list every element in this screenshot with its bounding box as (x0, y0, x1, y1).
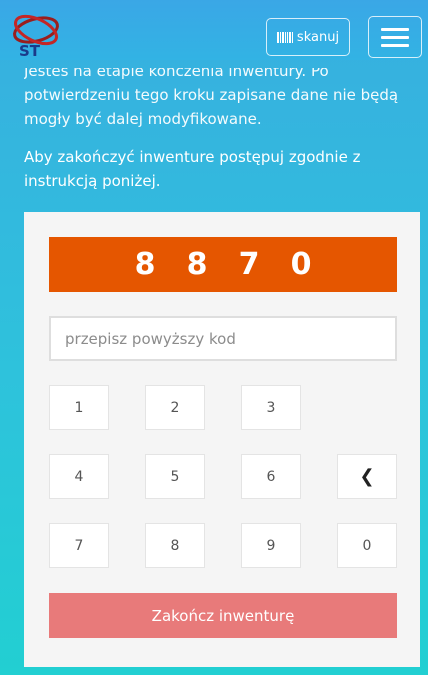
keypad-key-2[interactable]: 2 (145, 385, 205, 430)
code-input[interactable] (49, 316, 397, 361)
instruction-text: Aby zakończyć inwenture postępuj zgodnie… (24, 148, 361, 190)
verification-code: 8 8 7 0 (49, 237, 397, 292)
code-digit: 8 (134, 247, 156, 282)
keypad-key-7[interactable]: 7 (49, 523, 109, 568)
code-digit: 8 (186, 247, 208, 282)
chevron-left-icon: ❮ (359, 466, 375, 487)
keypad-key-9[interactable]: 9 (241, 523, 301, 568)
hamburger-icon (381, 27, 409, 31)
keypad-key-3[interactable]: 3 (241, 385, 301, 430)
code-digit: 0 (290, 247, 312, 282)
scan-button[interactable]: skanuj (266, 18, 350, 56)
finish-inventory-button[interactable]: Zakończ inwenturę (49, 593, 397, 638)
backspace-key[interactable]: ❮ (337, 454, 397, 499)
app-header: ST skanuj (0, 0, 428, 60)
keypad-key-8[interactable]: 8 (145, 523, 205, 568)
scan-label: skanuj (296, 29, 340, 45)
keypad-key-0[interactable]: 0 (337, 523, 397, 568)
app-logo[interactable]: ST (8, 8, 64, 60)
menu-button[interactable] (368, 16, 422, 58)
logo-text: ST (19, 42, 41, 58)
barcode-icon (276, 31, 293, 43)
keypad-key-1[interactable]: 1 (49, 385, 109, 430)
code-digit: 7 (238, 247, 260, 282)
logo-icon: ST (13, 14, 59, 60)
intro-text: Jesteś na etapie kończenia inwentury. Po… (24, 68, 399, 128)
intro-text-block: Jesteś na etapie kończenia inwentury. Po… (24, 68, 414, 134)
keypad-key-5[interactable]: 5 (145, 454, 205, 499)
keypad-key-6[interactable]: 6 (241, 454, 301, 499)
keypad-key-4[interactable]: 4 (49, 454, 109, 499)
